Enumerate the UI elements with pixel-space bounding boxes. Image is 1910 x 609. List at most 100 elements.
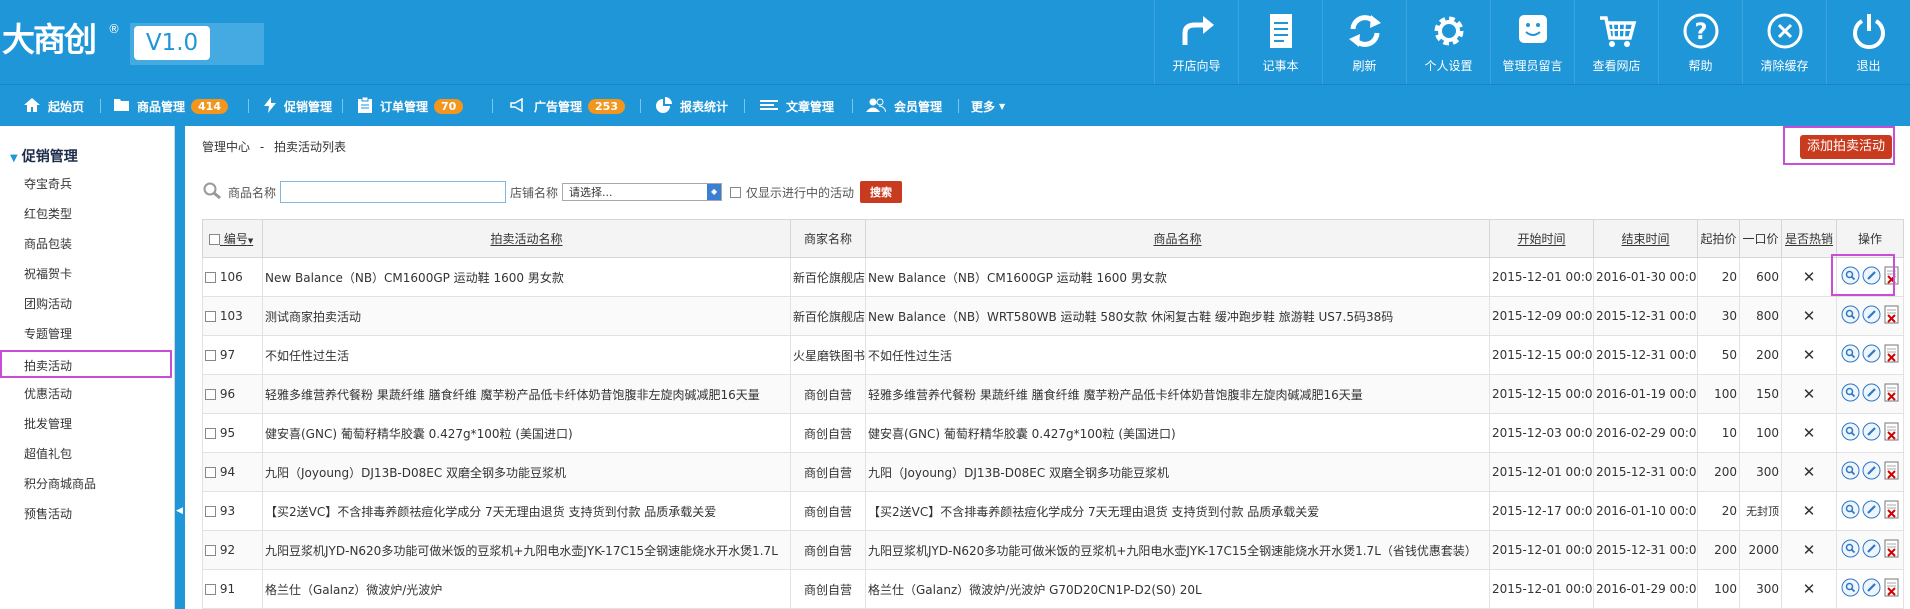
col-id-header[interactable]: 编号▼ [202,219,263,258]
edit-icon[interactable] [1862,383,1881,405]
hot-toggle-icon[interactable]: ✕ [1781,452,1837,492]
nav-members[interactable]: 会员管理 [866,85,942,127]
nav-orders[interactable]: 订单管理 70 [358,85,464,127]
sidebar-item-packaging[interactable]: 商品包装 [0,230,172,258]
nav-articles[interactable]: 文章管理 [760,85,834,127]
hot-toggle-icon[interactable]: ✕ [1781,335,1837,375]
col-goods-header[interactable]: 商品名称 [865,219,1490,258]
breadcrumb-root[interactable]: 管理中心 [202,140,250,154]
sidebar-item-greeting-card[interactable]: 祝福贺卡 [0,260,172,288]
sidebar-item-auction[interactable]: 拍卖活动 [0,350,172,378]
tool-personal-settings[interactable]: 个人设置 [1406,0,1490,84]
row-checkbox[interactable] [205,428,216,439]
nav-goods[interactable]: 商品管理 414 [114,85,228,127]
delete-icon[interactable] [1883,578,1900,600]
view-icon[interactable] [1841,383,1860,405]
col-hot-header[interactable]: 是否热销 [1781,219,1837,258]
sidebar-item-bonus-type[interactable]: 红包类型 [0,200,172,228]
edit-icon[interactable] [1862,305,1881,327]
logo[interactable]: 大商创 [2,20,97,60]
users-icon [866,98,887,115]
edit-icon[interactable] [1862,500,1881,522]
hot-toggle-icon[interactable]: ✕ [1781,413,1837,453]
row-checkbox[interactable] [205,389,216,400]
cell-fixed-price: 200 [1739,335,1782,375]
cell-activity: 九阳（Joyoung）DJ13B-D08EC 双磨全钢多功能豆浆机 [262,452,791,492]
select-all-checkbox[interactable] [209,234,220,245]
sidebar-item-discount[interactable]: 优惠活动 [0,380,172,408]
shop-select[interactable]: 请选择... ◆ [562,183,723,201]
sidebar-item-topic[interactable]: 专题管理 [0,320,172,348]
hot-toggle-icon[interactable]: ✕ [1781,569,1837,609]
row-checkbox[interactable] [205,545,216,556]
view-icon[interactable] [1841,422,1860,444]
only-active-checkbox[interactable] [730,186,742,198]
nav-reports[interactable]: 报表统计 [656,85,728,127]
sidebar-item-points-mall[interactable]: 积分商城商品 [0,470,172,498]
col-end-header[interactable]: 结束时间 [1593,219,1698,258]
hot-toggle-icon[interactable]: ✕ [1781,530,1837,570]
tool-clear-cache[interactable]: 清除缓存 [1742,0,1826,84]
delete-icon[interactable] [1883,383,1900,405]
view-icon[interactable] [1841,500,1860,522]
edit-icon[interactable] [1862,578,1881,600]
sidebar-item-group-buy[interactable]: 团购活动 [0,290,172,318]
cell-start: 2015-12-01 00:00 [1489,452,1594,492]
add-auction-button[interactable]: 添加拍卖活动 [1800,135,1892,159]
search-button[interactable]: 搜索 [860,181,903,203]
sidebar-section-title[interactable]: ▼ 促销管理 [10,146,78,166]
view-icon[interactable] [1841,578,1860,600]
nav-more[interactable]: 更多 ▼ [971,85,1005,127]
sidebar-item-wholesale[interactable]: 批发管理 [0,410,172,438]
hot-toggle-icon[interactable]: ✕ [1781,374,1837,414]
hot-toggle-icon[interactable]: ✕ [1781,296,1837,336]
delete-icon[interactable] [1883,500,1900,522]
edit-icon[interactable] [1862,461,1881,483]
col-start-header[interactable]: 开始时间 [1489,219,1594,258]
tool-notepad[interactable]: 记事本 [1238,0,1322,84]
tool-view-store[interactable]: 查看网店 [1574,0,1658,84]
sidebar-item-treasure[interactable]: 夺宝奇兵 [0,170,172,198]
delete-icon[interactable] [1883,305,1900,327]
delete-icon[interactable] [1883,344,1900,366]
col-activity-header[interactable]: 拍卖活动名称 [262,219,791,258]
row-checkbox[interactable] [205,311,216,322]
sidebar-collapse-handle[interactable]: ◀ [175,126,185,609]
delete-icon[interactable] [1883,422,1900,444]
row-checkbox[interactable] [205,467,216,478]
tool-setup-wizard[interactable]: 开店向导 [1154,0,1238,84]
edit-icon[interactable] [1862,344,1881,366]
goods-name-input[interactable] [280,181,507,203]
tool-help[interactable]: ? 帮助 [1658,0,1742,84]
row-checkbox[interactable] [205,350,216,361]
view-icon[interactable] [1841,461,1860,483]
view-icon[interactable] [1841,266,1860,288]
row-checkbox[interactable] [205,272,216,283]
edit-icon[interactable] [1862,539,1881,561]
hot-toggle-icon[interactable]: ✕ [1781,491,1837,531]
edit-icon[interactable] [1862,266,1881,288]
sidebar-item-presale[interactable]: 预售活动 [0,500,172,528]
tool-refresh[interactable]: 刷新 [1322,0,1406,84]
delete-icon[interactable] [1883,266,1900,288]
cell-activity: 轻雅多维营养代餐粉 果蔬纤维 膳食纤维 魔芋粉产品低卡纤体奶昔饱腹非左旋肉碱减肥… [262,374,791,414]
view-icon[interactable] [1841,305,1860,327]
row-checkbox[interactable] [205,584,216,595]
tool-admin-message[interactable]: 管理员留言 [1490,0,1574,84]
delete-icon[interactable] [1883,461,1900,483]
edit-icon[interactable] [1862,422,1881,444]
sidebar-item-gift-package[interactable]: 超值礼包 [0,440,172,468]
delete-icon[interactable] [1883,539,1900,561]
view-icon[interactable] [1841,344,1860,366]
cell-start: 2015-12-15 00:00 [1489,374,1594,414]
nav-ads[interactable]: 广告管理 253 [510,85,625,127]
tool-label: 帮助 [1688,58,1713,73]
view-icon[interactable] [1841,539,1860,561]
tool-logout[interactable]: 退出 [1826,0,1910,84]
nav-promotion[interactable]: 促销管理 [264,85,332,127]
hot-toggle-icon[interactable]: ✕ [1781,257,1837,297]
cell-start-price: 30 [1697,296,1740,336]
row-checkbox[interactable] [205,506,216,517]
cell-start-price: 10 [1697,413,1740,453]
nav-home[interactable]: 起始页 [24,85,84,127]
